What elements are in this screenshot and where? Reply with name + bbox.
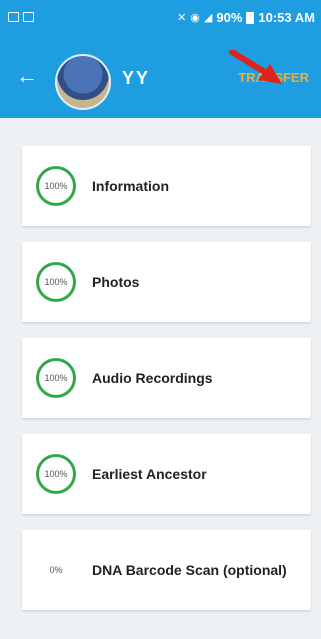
status-right: ✕ ◉ ◢ 90% 10:53 AM	[177, 10, 315, 25]
progress-ring: 100%	[36, 166, 76, 206]
list-item-photos[interactable]: 100% Photos	[22, 242, 311, 322]
progress-percent: 100%	[44, 277, 68, 287]
list-item-audio-recordings[interactable]: 100% Audio Recordings	[22, 338, 311, 418]
annotation-arrow-icon	[229, 50, 282, 84]
signal-icon: ◢	[203, 12, 213, 24]
list-item-label: Photos	[92, 274, 140, 290]
progress-percent: 100%	[44, 181, 68, 191]
battery-percent: 90%	[216, 10, 243, 25]
list-item-label: DNA Barcode Scan (optional)	[92, 562, 287, 578]
notification-icon	[8, 12, 19, 22]
status-left	[8, 12, 34, 22]
app-screen: ✕ ◉ ◢ 90% 10:53 AM ← YY TRANSFER 100% In…	[0, 0, 321, 639]
mute-icon: ✕	[177, 12, 187, 24]
back-arrow-icon[interactable]: ←	[16, 64, 40, 88]
battery-icon	[246, 11, 255, 24]
list-item-dna-barcode-scan[interactable]: 0% DNA Barcode Scan (optional)	[22, 530, 311, 610]
wifi-icon: ◉	[190, 12, 200, 24]
list-item-label: Audio Recordings	[92, 370, 213, 386]
list-item-earliest-ancestor[interactable]: 100% Earliest Ancestor	[22, 434, 311, 514]
progress-ring: 100%	[36, 262, 76, 302]
status-time: 10:53 AM	[258, 10, 315, 25]
page-title: YY	[122, 68, 151, 88]
progress-ring: 100%	[36, 454, 76, 494]
avatar[interactable]	[55, 54, 111, 110]
progress-percent: 100%	[44, 469, 68, 479]
list-item-label: Earliest Ancestor	[92, 466, 207, 482]
progress-percent: 0%	[49, 565, 63, 575]
list-item-label: Information	[92, 178, 169, 194]
progress-ring: 100%	[36, 358, 76, 398]
gallery-icon	[23, 12, 34, 22]
progress-indicator: 0%	[36, 550, 76, 590]
status-bar: ✕ ◉ ◢ 90% 10:53 AM	[0, 0, 321, 44]
list-item-information[interactable]: 100% Information	[22, 146, 311, 226]
progress-percent: 100%	[44, 373, 68, 383]
